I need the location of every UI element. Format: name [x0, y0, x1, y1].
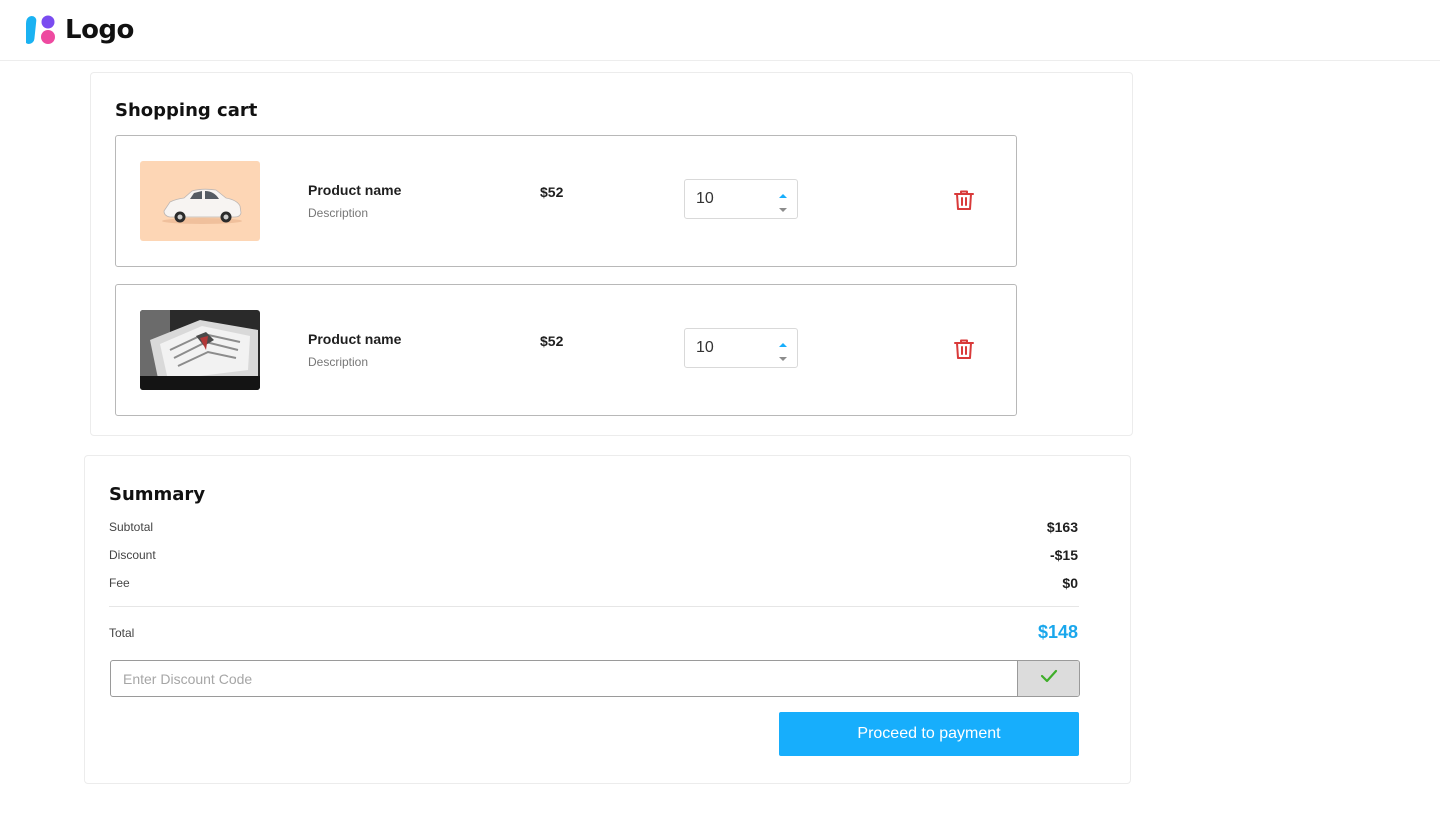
product-name: Product name	[308, 331, 402, 347]
caret-down-icon[interactable]	[777, 202, 789, 212]
product-description: Description	[308, 206, 369, 220]
quantity-stepper[interactable]: 10	[684, 328, 798, 368]
total-label: Total	[109, 626, 135, 640]
quantity-value[interactable]: 10	[696, 190, 714, 208]
logo[interactable]: Logo	[24, 14, 134, 46]
cart-item: Product name Description $52 10	[115, 284, 1017, 416]
product-price: $52	[540, 184, 564, 200]
trash-icon[interactable]	[952, 337, 976, 361]
discount-label: Discount	[109, 548, 156, 562]
subtotal-label: Subtotal	[109, 520, 154, 534]
quantity-value[interactable]: 10	[696, 339, 714, 357]
discount-code-field	[110, 660, 1080, 697]
header: Logo	[0, 0, 1440, 61]
discount-code-input[interactable]	[111, 661, 1018, 696]
logo-mark-icon	[24, 14, 58, 46]
total-value: $148	[1037, 622, 1078, 642]
logo-text: Logo	[65, 15, 134, 45]
fee-value: $0	[1062, 575, 1078, 591]
proceed-to-payment-button[interactable]: Proceed to payment	[779, 712, 1079, 756]
summary-panel: Summary Subtotal $163 Discount -$15 Fee …	[84, 455, 1131, 784]
trash-icon[interactable]	[952, 188, 976, 212]
fee-label: Fee	[109, 576, 130, 590]
product-image	[140, 161, 260, 241]
shopping-cart-panel: Shopping cart Product name Description $…	[90, 72, 1133, 436]
check-icon	[1040, 669, 1058, 688]
summary-title: Summary	[109, 484, 206, 505]
caret-up-icon[interactable]	[777, 188, 789, 198]
apply-discount-button[interactable]	[1017, 661, 1079, 696]
caret-down-icon[interactable]	[777, 351, 789, 361]
product-image	[140, 310, 260, 390]
cart-title: Shopping cart	[115, 100, 258, 121]
discount-value: -$15	[1049, 547, 1078, 563]
product-description: Description	[308, 355, 369, 369]
divider	[109, 606, 1079, 607]
quantity-stepper[interactable]: 10	[684, 179, 798, 219]
product-price: $52	[540, 333, 564, 349]
product-name: Product name	[308, 182, 402, 198]
subtotal-value: $163	[1046, 519, 1078, 535]
cart-item: Product name Description $52 10	[115, 135, 1017, 267]
caret-up-icon[interactable]	[777, 337, 789, 347]
